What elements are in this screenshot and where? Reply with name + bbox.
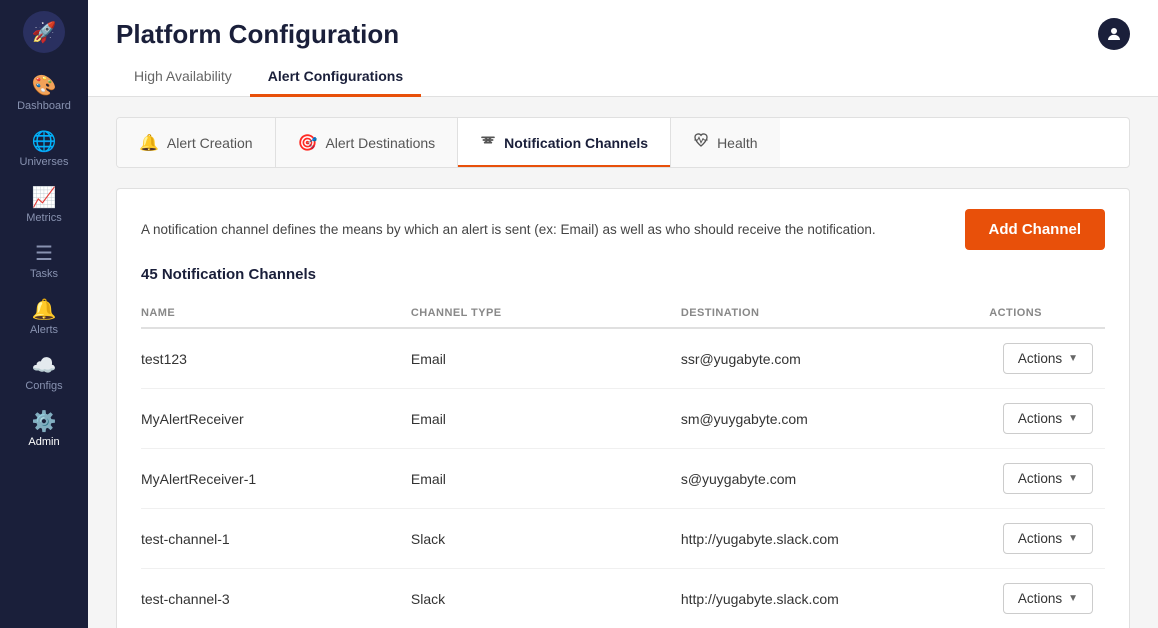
header: Platform Configuration: [88, 0, 1158, 50]
sub-tab-label: Alert Creation: [167, 135, 253, 151]
tasks-icon: ☰: [35, 244, 53, 264]
sidebar-item-dashboard[interactable]: 🎨 Dashboard: [0, 64, 88, 120]
configs-icon: ☁️: [32, 356, 57, 376]
chevron-down-icon: ▼: [1068, 413, 1078, 424]
alert-destinations-icon: 🎯: [298, 133, 318, 153]
sidebar-item-tasks[interactable]: ☰ Tasks: [0, 232, 88, 288]
channels-table: NAME CHANNEL TYPE DESTINATION ACTIONS te…: [141, 299, 1105, 628]
channels-count: 45 Notification Channels: [141, 266, 1105, 283]
chevron-down-icon: ▼: [1068, 533, 1078, 544]
metrics-icon: 📈: [32, 188, 57, 208]
tab-high-availability[interactable]: High Availability: [116, 58, 250, 97]
sidebar-logo: 🚀: [0, 0, 88, 64]
logo-icon: 🚀: [23, 11, 65, 53]
cell-channel-type: Slack: [411, 509, 681, 569]
table-row: MyAlertReceiverEmailsm@yuygabyte.com Acti…: [141, 389, 1105, 449]
page-title: Platform Configuration: [116, 19, 399, 50]
sidebar-item-label: Metrics: [26, 212, 61, 224]
admin-icon: ⚙️: [32, 412, 57, 432]
chevron-down-icon: ▼: [1068, 353, 1078, 364]
cell-channel-type: Email: [411, 328, 681, 389]
actions-button[interactable]: Actions▼: [1003, 583, 1093, 614]
actions-button[interactable]: Actions▼: [1003, 463, 1093, 494]
table-row: test-channel-3Slackhttp://yugabyte.slack…: [141, 569, 1105, 628]
panel-description: A notification channel defines the means…: [141, 222, 876, 237]
sub-tab-health[interactable]: Health: [671, 118, 779, 167]
sub-tab-label: Health: [717, 135, 757, 151]
actions-button[interactable]: Actions▼: [1003, 343, 1093, 374]
actions-button[interactable]: Actions▼: [1003, 403, 1093, 434]
cell-actions: Actions▼: [989, 449, 1105, 509]
sidebar-item-alerts[interactable]: 🔔 Alerts: [0, 288, 88, 344]
col-header-actions: ACTIONS: [989, 299, 1105, 328]
cell-actions: Actions▼: [989, 389, 1105, 449]
cell-actions: Actions▼: [989, 569, 1105, 628]
sub-tab-label: Notification Channels: [504, 135, 648, 151]
table-row: test123Emailssr@yugabyte.com Actions▼: [141, 328, 1105, 389]
alerts-icon: 🔔: [32, 300, 57, 320]
user-avatar[interactable]: [1098, 18, 1130, 50]
sidebar-item-label: Admin: [28, 436, 59, 448]
cell-destination: s@yuygabyte.com: [681, 449, 989, 509]
tab-alert-configurations[interactable]: Alert Configurations: [250, 58, 421, 97]
notification-channels-panel: A notification channel defines the means…: [116, 188, 1130, 628]
sidebar-item-label: Dashboard: [17, 100, 71, 112]
table-header-row: NAME CHANNEL TYPE DESTINATION ACTIONS: [141, 299, 1105, 328]
cell-actions: Actions▼: [989, 509, 1105, 569]
add-channel-button[interactable]: Add Channel: [965, 209, 1106, 250]
sub-tab-alert-destinations[interactable]: 🎯 Alert Destinations: [276, 118, 459, 167]
cell-name: MyAlertReceiver-1: [141, 449, 411, 509]
table-row: MyAlertReceiver-1Emails@yuygabyte.com Act…: [141, 449, 1105, 509]
sidebar-item-configs[interactable]: ☁️ Configs: [0, 344, 88, 400]
dashboard-icon: 🎨: [32, 76, 57, 96]
top-tabs: High Availability Alert Configurations: [88, 58, 1158, 97]
sidebar: 🚀 🎨 Dashboard 🌐 Universes 📈 Metrics ☰ Ta…: [0, 0, 88, 628]
sidebar-item-label: Tasks: [30, 268, 58, 280]
alert-creation-icon: 🔔: [139, 133, 159, 153]
sub-tab-notification-channels[interactable]: Notification Channels: [458, 118, 671, 167]
actions-button[interactable]: Actions▼: [1003, 523, 1093, 554]
chevron-down-icon: ▼: [1068, 473, 1078, 484]
sub-tabs: 🔔 Alert Creation 🎯 Alert Destinations No…: [116, 117, 1130, 168]
cell-actions: Actions▼: [989, 328, 1105, 389]
universes-icon: 🌐: [32, 132, 57, 152]
cell-destination: ssr@yugabyte.com: [681, 328, 989, 389]
cell-name: test123: [141, 328, 411, 389]
sidebar-item-universes[interactable]: 🌐 Universes: [0, 120, 88, 176]
cell-name: test-channel-1: [141, 509, 411, 569]
sub-tab-alert-creation[interactable]: 🔔 Alert Creation: [117, 118, 276, 167]
cell-name: MyAlertReceiver: [141, 389, 411, 449]
chevron-down-icon: ▼: [1068, 593, 1078, 604]
cell-destination: http://yugabyte.slack.com: [681, 569, 989, 628]
table-row: test-channel-1Slackhttp://yugabyte.slack…: [141, 509, 1105, 569]
content-area: 🔔 Alert Creation 🎯 Alert Destinations No…: [88, 97, 1158, 628]
cell-channel-type: Email: [411, 449, 681, 509]
col-header-type: CHANNEL TYPE: [411, 299, 681, 328]
main-content: Platform Configuration High Availability…: [88, 0, 1158, 628]
sidebar-item-label: Configs: [25, 380, 62, 392]
col-header-destination: DESTINATION: [681, 299, 989, 328]
sub-tab-label: Alert Destinations: [325, 135, 435, 151]
sidebar-item-label: Universes: [20, 156, 69, 168]
col-header-name: NAME: [141, 299, 411, 328]
sidebar-item-metrics[interactable]: 📈 Metrics: [0, 176, 88, 232]
cell-channel-type: Email: [411, 389, 681, 449]
notification-channels-icon: [480, 132, 496, 153]
cell-destination: http://yugabyte.slack.com: [681, 509, 989, 569]
sidebar-item-label: Alerts: [30, 324, 58, 336]
sidebar-item-admin[interactable]: ⚙️ Admin: [0, 400, 88, 456]
cell-name: test-channel-3: [141, 569, 411, 628]
cell-destination: sm@yuygabyte.com: [681, 389, 989, 449]
health-icon: [693, 132, 709, 153]
cell-channel-type: Slack: [411, 569, 681, 628]
panel-description-row: A notification channel defines the means…: [141, 209, 1105, 250]
